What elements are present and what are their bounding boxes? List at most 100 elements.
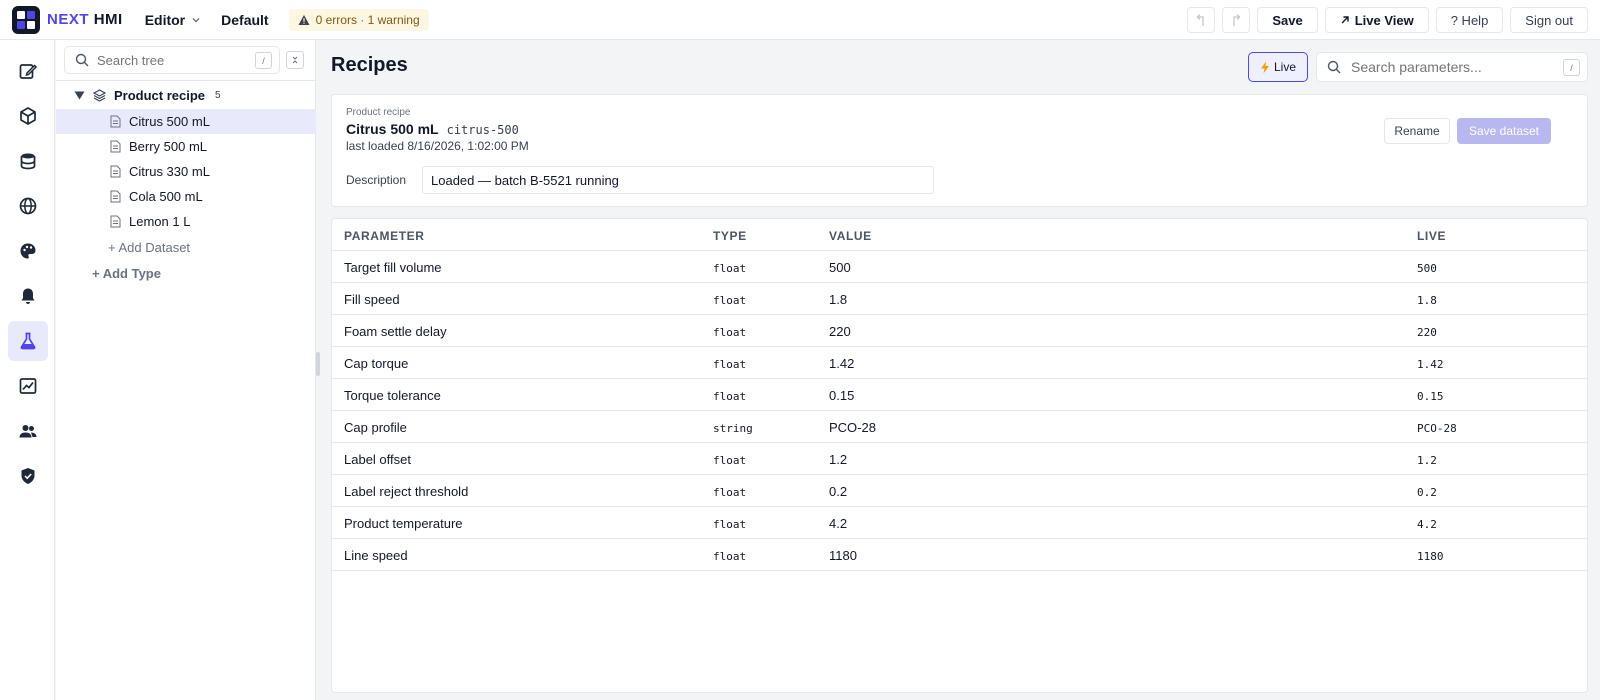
parameter-value[interactable]: 1180 xyxy=(829,548,857,563)
rename-button[interactable]: Rename xyxy=(1384,118,1450,144)
parameter-value[interactable]: 0.2 xyxy=(829,484,847,499)
save-dataset-button[interactable]: Save dataset xyxy=(1457,118,1551,144)
table-row[interactable]: Line speed float 1180 1180 xyxy=(332,539,1587,571)
description-input[interactable] xyxy=(422,166,934,194)
live-view-label: Live View xyxy=(1354,12,1414,28)
table-row[interactable]: Foam settle delay float 220 220 xyxy=(332,315,1587,347)
top-bar: NEXT HMI Editor Default 0 errors · 1 war… xyxy=(0,0,1600,40)
document-icon xyxy=(110,115,121,128)
tree-item[interactable]: Berry 500 mL xyxy=(56,134,316,159)
table-row[interactable]: Cap profile string PCO-28 PCO-28 xyxy=(332,411,1587,443)
parameter-search-input[interactable] xyxy=(1351,59,1551,75)
warning-icon xyxy=(298,14,310,25)
search-shortcut-hint: / xyxy=(1563,59,1580,76)
live-view-button[interactable]: Live View xyxy=(1324,7,1429,33)
parameter-value[interactable]: 0.15 xyxy=(829,388,854,403)
parameter-value[interactable]: 1.2 xyxy=(829,452,847,467)
parameter-live-value: 1180 xyxy=(1417,550,1444,563)
brand-name-part2: HMI xyxy=(93,11,123,28)
table-row[interactable]: Fill speed float 1.8 1.8 xyxy=(332,283,1587,315)
sign-out-button[interactable]: Sign out xyxy=(1510,7,1588,33)
parameter-value[interactable]: 220 xyxy=(829,324,851,339)
rail-item-network[interactable] xyxy=(8,186,48,226)
rail-item-trends[interactable] xyxy=(8,366,48,406)
table-row[interactable]: Target fill volume float 500 500 xyxy=(332,251,1587,283)
search-shortcut-hint: / xyxy=(255,52,272,69)
status-badge[interactable]: 0 errors · 1 warning xyxy=(288,8,429,31)
collapse-tree-button[interactable] xyxy=(286,51,304,69)
parameter-live-value: 1.42 xyxy=(1417,358,1444,371)
rail-item-themes[interactable] xyxy=(8,231,48,271)
parameter-value[interactable]: 500 xyxy=(829,260,851,275)
save-button[interactable]: Save xyxy=(1257,7,1318,33)
editor-menu-label: Editor xyxy=(144,11,186,28)
status-text: 0 errors · 1 warning xyxy=(315,12,420,27)
editor-menu[interactable]: Editor xyxy=(145,12,201,28)
rail-item-security[interactable] xyxy=(8,456,48,496)
search-icon xyxy=(1327,60,1341,74)
table-row[interactable]: Cap torque float 1.42 1.42 xyxy=(332,347,1587,379)
parameter-value[interactable]: PCO-28 xyxy=(829,420,876,435)
description-label: Description xyxy=(346,173,407,187)
redo-button[interactable] xyxy=(1222,7,1251,33)
tree-item-label: Citrus 500 mL xyxy=(129,114,210,129)
table-row[interactable]: Label reject threshold float 0.2 0.2 xyxy=(332,475,1587,507)
column-header-live[interactable]: LIVE xyxy=(1417,229,1446,243)
parameter-type: float xyxy=(713,390,747,403)
undo-icon xyxy=(1196,14,1204,26)
parameter-name: Cap torque xyxy=(344,356,409,371)
parameter-value[interactable]: 1.8 xyxy=(829,292,847,307)
parameter-type: float xyxy=(713,486,747,499)
column-header-value[interactable]: VALUE xyxy=(829,229,872,243)
parameter-live-value: 1.2 xyxy=(1417,454,1437,467)
main-content: Recipes Live / Product recipe Citrus 500… xyxy=(320,40,1600,700)
globe-icon xyxy=(19,197,37,215)
table-row[interactable]: Product temperature float 4.2 4.2 xyxy=(332,507,1587,539)
app-logo[interactable]: NEXT HMI xyxy=(12,5,123,34)
document-icon xyxy=(110,165,121,178)
parameter-name: Product temperature xyxy=(344,516,463,531)
tree-search-input[interactable] xyxy=(97,52,247,68)
table-row[interactable]: Torque tolerance float 0.15 0.15 xyxy=(332,379,1587,411)
table-header: PARAMETER TYPE VALUE LIVE xyxy=(332,219,1587,251)
tree-item[interactable]: Citrus 500 mL xyxy=(56,109,316,134)
tree-item-label: Berry 500 mL xyxy=(129,139,208,154)
rail-item-recipes[interactable] xyxy=(8,321,48,361)
tree-root-product-recipe[interactable]: Product recipe 5 xyxy=(74,88,221,103)
column-header-parameter[interactable]: PARAMETER xyxy=(344,229,425,243)
rail-item-models[interactable] xyxy=(8,96,48,136)
parameter-name: Label reject threshold xyxy=(344,484,469,499)
parameter-value[interactable]: 4.2 xyxy=(829,516,847,531)
brand-name-part1: NEXT xyxy=(47,11,90,28)
rail-item-data[interactable] xyxy=(8,141,48,181)
caret-down-icon[interactable] xyxy=(74,91,85,100)
live-toggle-button[interactable]: Live xyxy=(1248,52,1308,82)
rail-item-users[interactable] xyxy=(8,411,48,451)
edit-icon xyxy=(19,64,38,79)
parameter-name: Label offset xyxy=(344,452,411,467)
tree-item[interactable]: Cola 500 mL xyxy=(56,184,316,209)
users-icon xyxy=(19,425,37,438)
parameters-table: PARAMETER TYPE VALUE LIVE Target fill vo… xyxy=(331,218,1588,693)
tree-search[interactable]: / xyxy=(64,46,280,74)
tree-root-label: Product recipe xyxy=(114,88,206,103)
parameter-name: Foam settle delay xyxy=(344,324,447,339)
help-button[interactable]: ? Help xyxy=(1435,7,1504,33)
table-row[interactable]: Label offset float 1.2 1.2 xyxy=(332,443,1587,475)
tree-panel: / Product recipe 5 Citrus 500 mL Berry 5… xyxy=(56,40,316,700)
parameter-value[interactable]: 1.42 xyxy=(829,356,854,371)
parameter-type: float xyxy=(713,518,747,531)
rail-item-alarms[interactable] xyxy=(8,276,48,316)
rail-item-editor[interactable] xyxy=(8,51,48,91)
column-header-type[interactable]: TYPE xyxy=(713,229,747,243)
parameter-live-value: 0.2 xyxy=(1417,486,1437,499)
parameter-search[interactable]: / xyxy=(1316,52,1588,82)
dataset-title: Citrus 500 mL citrus-500 xyxy=(346,121,519,137)
tree-item[interactable]: Citrus 330 mL xyxy=(56,159,316,184)
parameter-name: Cap profile xyxy=(344,420,407,435)
add-dataset-link[interactable]: + Add Dataset xyxy=(108,240,190,255)
project-selector[interactable]: Default xyxy=(221,12,268,28)
add-type-link[interactable]: + Add Type xyxy=(92,266,161,281)
tree-item[interactable]: Lemon 1 L xyxy=(56,209,316,234)
undo-button[interactable] xyxy=(1187,7,1216,33)
